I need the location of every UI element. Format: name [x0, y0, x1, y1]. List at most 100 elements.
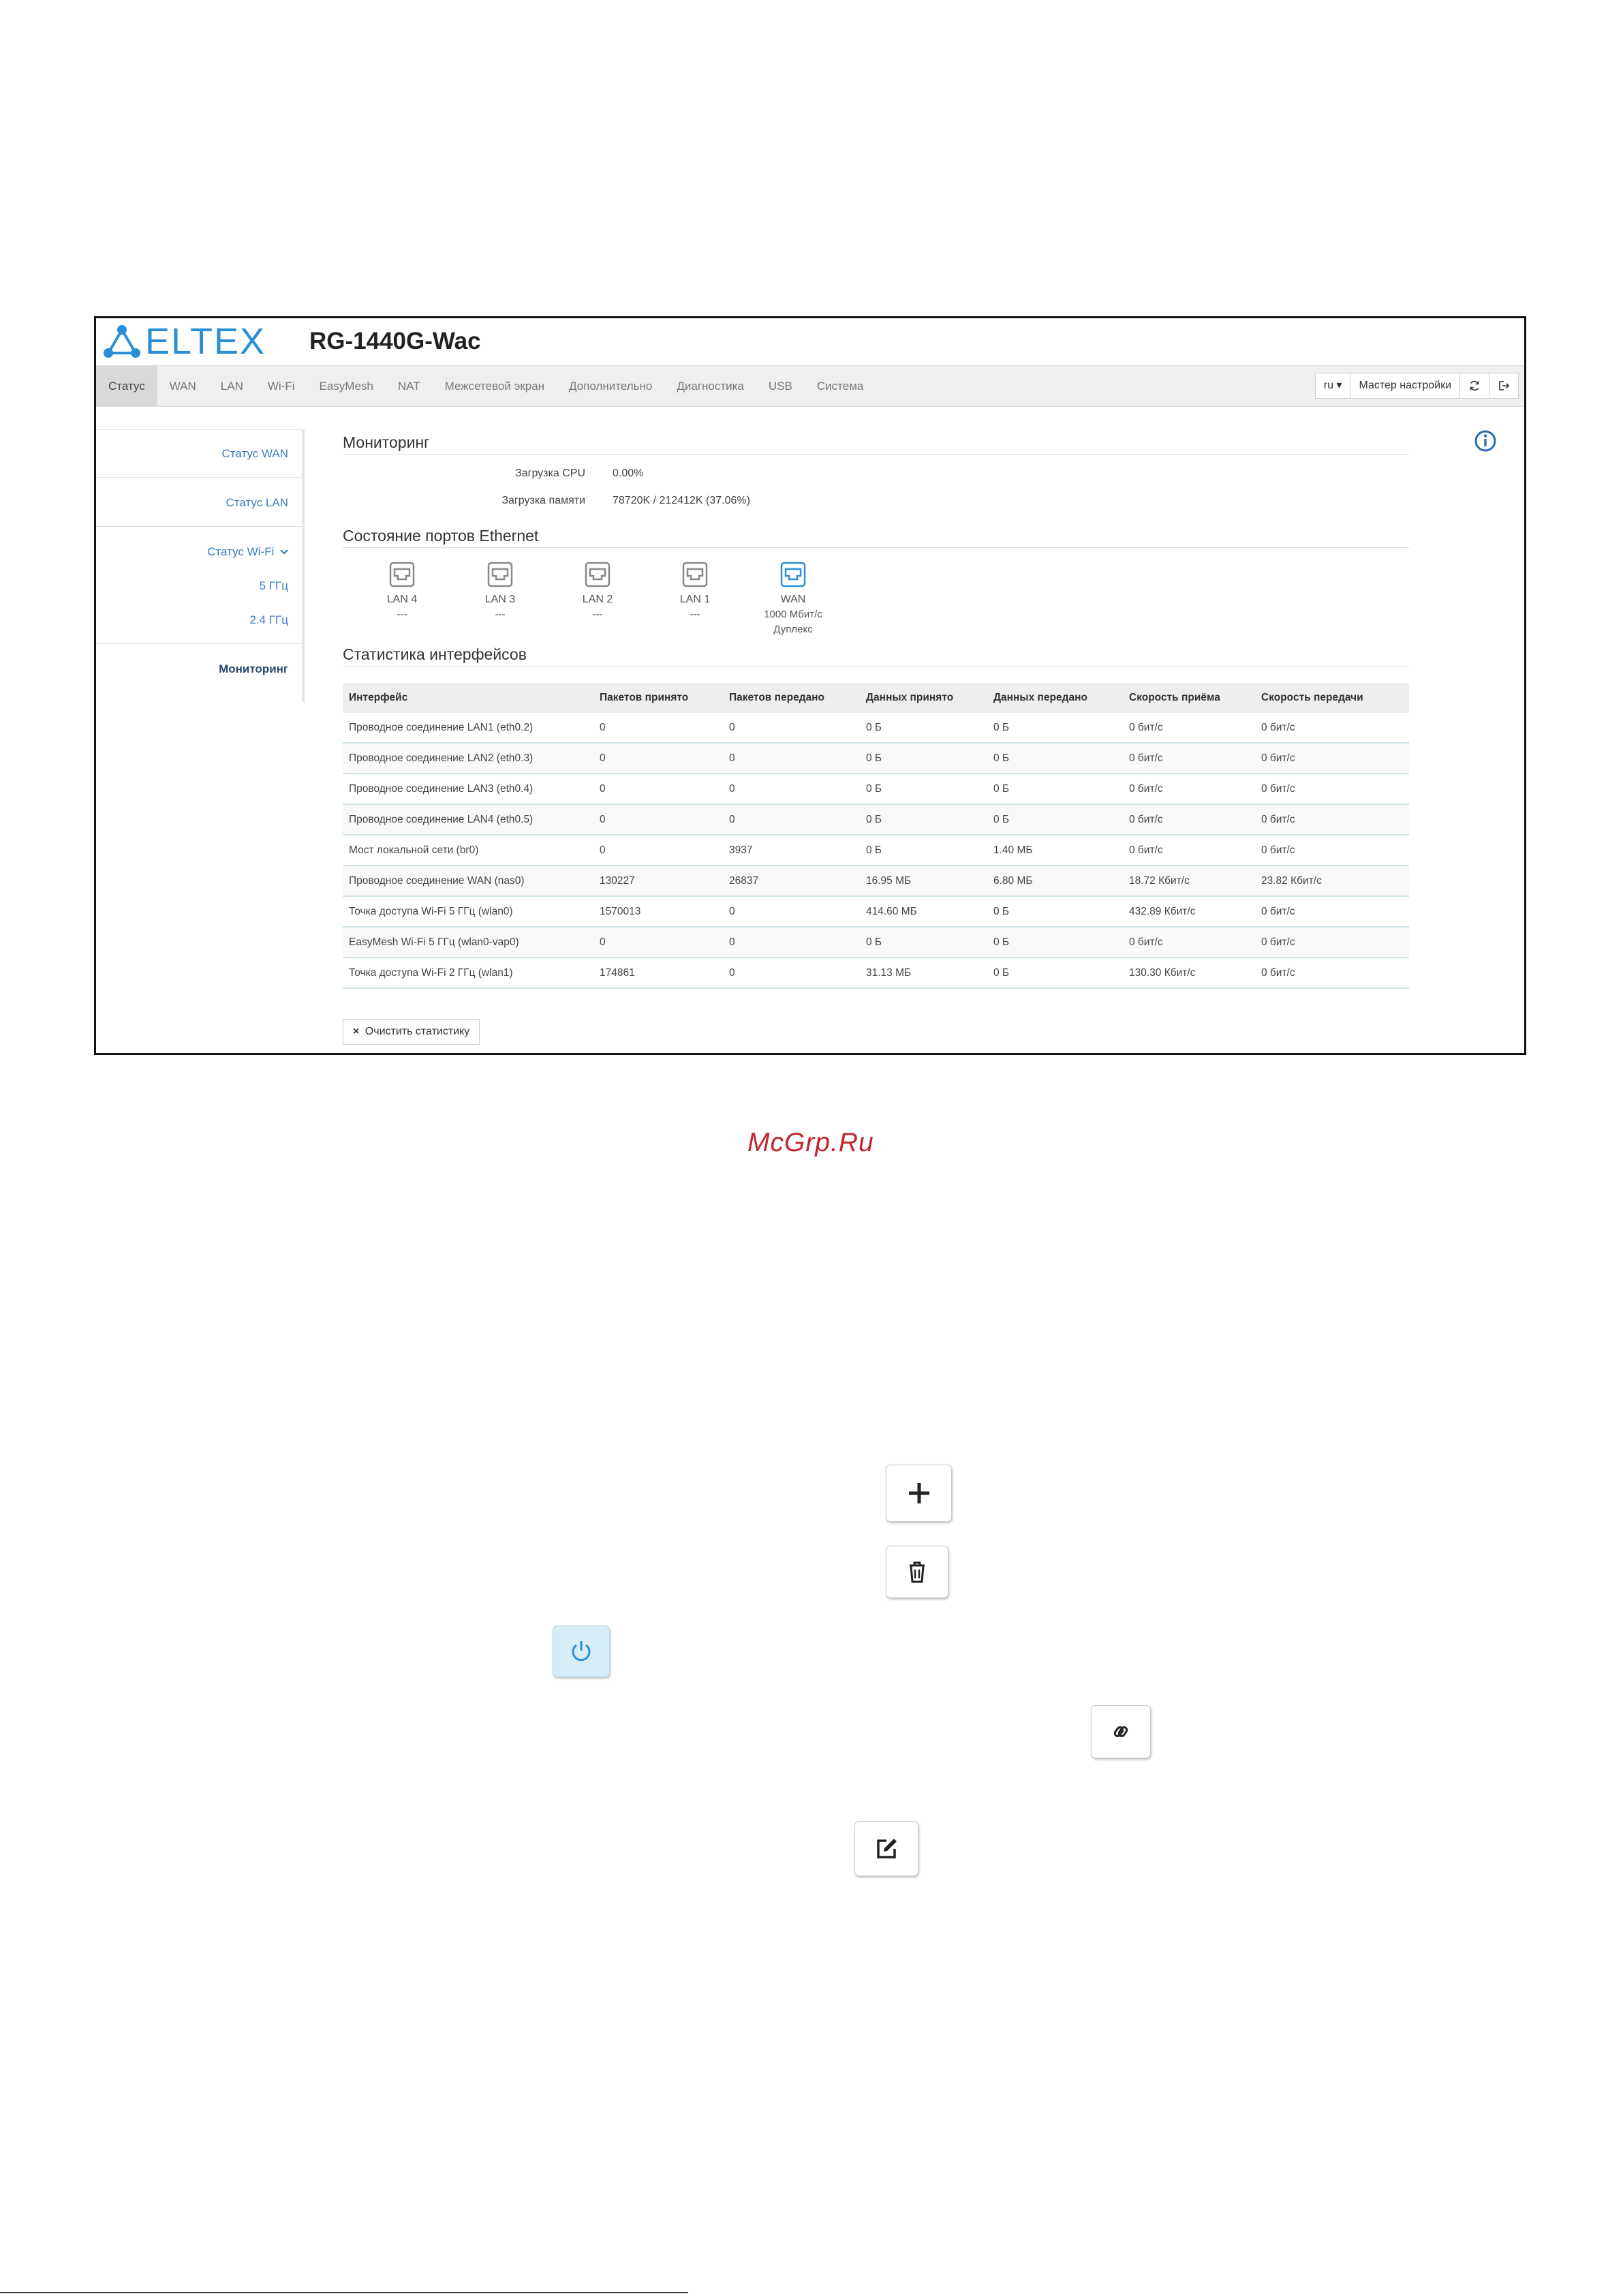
nav-tab-advanced[interactable]: Дополнительно [557, 366, 664, 406]
table-row: Проводное соединение LAN1 (eth0.2) 0 0 0 Б0… [343, 713, 1409, 744]
stat-cell: 6.80 МБ [987, 866, 1123, 897]
stat-cell: 26837 [723, 866, 860, 897]
nav-tab-firewall[interactable]: Межсетевой экран [433, 366, 557, 406]
ethernet-port-icon [585, 562, 610, 587]
sidebar-item-monitoring[interactable]: Мониторинг [219, 662, 288, 676]
main-navbar: Статус WAN LAN Wi-Fi EasyMesh NAT Межсет… [96, 365, 1524, 407]
stat-cell: 0 Б [987, 713, 1123, 744]
nav-tab-wan[interactable]: WAN [157, 366, 208, 406]
info-icon[interactable] [1474, 429, 1497, 453]
stat-cell: 0 Б [860, 835, 987, 866]
section-divider [343, 666, 1409, 667]
sidebar-item-wifi-5ghz[interactable]: 5 ГГц [260, 579, 288, 593]
ethernet-port-active-icon [780, 562, 806, 587]
table-row: Точка доступа Wi-Fi 2 ГГц (wlan1) 174861 0… [343, 958, 1409, 989]
stat-cell: 0 бит/с [1255, 774, 1409, 805]
port-lan3: LAN 3 --- [463, 562, 538, 622]
port-speed: 1000 Мбит/с [764, 609, 822, 620]
sidebar-item-wan-status[interactable]: Статус WAN [222, 447, 289, 461]
setup-wizard-button[interactable]: Мастер настройки [1350, 373, 1460, 399]
column-header: Пакетов принято [593, 683, 723, 713]
stat-cell: 0 бит/с [1123, 927, 1255, 958]
language-select[interactable]: ru ▾ [1314, 373, 1351, 399]
stat-cell: 0 [593, 713, 723, 744]
interface-name-cell: Проводное соединение LAN1 (eth0.2) [343, 713, 593, 744]
chevron-down-icon [280, 549, 288, 555]
column-header: Данных передано [987, 683, 1123, 713]
stat-cell: 0 Б [860, 804, 987, 836]
link-button[interactable] [1091, 1705, 1151, 1758]
stat-cell: 0 Б [860, 774, 987, 805]
interface-name-cell: Мост локальной сети (br0) [343, 835, 593, 866]
cpu-load-value: 0.00% [613, 468, 644, 479]
stat-cell: 0 [723, 896, 860, 928]
stat-cell: 0 бит/с [1255, 743, 1409, 774]
ethernet-port-icon [682, 562, 708, 587]
nav-tabs: Статус WAN LAN Wi-Fi EasyMesh NAT Межсет… [96, 366, 876, 406]
eltex-logo: ELTEX [102, 322, 266, 361]
stat-cell: 0 бит/с [1123, 743, 1255, 774]
sidebar-item-lan-status[interactable]: Статус LAN [226, 496, 288, 510]
table-row: Мост локальной сети (br0) 0 3937 0 Б 1.40 МБ… [343, 835, 1409, 866]
cpu-load-label: Загрузка CPU [515, 468, 585, 479]
nav-tab-diagnostics[interactable]: Диагностика [664, 366, 756, 406]
stat-cell: 0 бит/с [1255, 804, 1409, 836]
stat-cell: 130227 [593, 866, 723, 897]
interface-stats-title: Статистика интерфейсов [343, 645, 527, 663]
power-button[interactable] [553, 1625, 610, 1677]
port-status: --- [397, 609, 407, 620]
stat-cell: 0 бит/с [1123, 713, 1255, 744]
add-button[interactable] [886, 1465, 952, 1522]
edit-button[interactable] [854, 1821, 918, 1876]
ethernet-port-icon [487, 562, 513, 587]
port-name: WAN [780, 594, 806, 605]
stat-cell: 0 [593, 835, 723, 866]
stat-cell: 0 [593, 774, 723, 805]
nav-tab-status[interactable]: Статус [96, 366, 157, 406]
stat-cell: 0 [593, 804, 723, 836]
table-row: EasyMesh Wi-Fi 5 ГГц (wlan0-vap0) 0 0 0 Б0 … [343, 927, 1409, 958]
trash-icon [910, 1561, 925, 1582]
clear-stats-button[interactable]: × Очистить статистику [343, 1019, 480, 1045]
logout-icon [1499, 381, 1510, 391]
column-header: Скорость приёма [1123, 683, 1255, 713]
nav-tab-lan[interactable]: LAN [208, 366, 256, 406]
stat-cell: 0 [723, 804, 860, 836]
sidebar-item-wifi-status[interactable]: Статус Wi-Fi [207, 545, 288, 559]
status-sidebar: Статус WAN Статус LAN Статус Wi-Fi 5 ГГц… [96, 429, 305, 702]
port-name: LAN 3 [484, 594, 516, 605]
table-body: Проводное соединение LAN1 (eth0.2) 0 0 0 Б0… [343, 713, 1409, 989]
stat-cell: 1.40 МБ [987, 835, 1123, 866]
port-lan2: LAN 2 --- [560, 562, 635, 622]
stat-cell: 130.30 Кбит/с [1123, 958, 1255, 989]
nav-tab-system[interactable]: Система [805, 366, 876, 406]
sidebar-item-wifi-24ghz[interactable]: 2.4 ГГц [249, 613, 288, 627]
interface-name-cell: Точка доступа Wi-Fi 2 ГГц (wlan1) [343, 958, 593, 989]
delete-button[interactable] [886, 1546, 948, 1598]
nav-tab-easymesh[interactable]: EasyMesh [307, 366, 386, 406]
monitoring-title: Мониторинг [343, 433, 430, 451]
port-lan4: LAN 4 --- [365, 562, 439, 622]
table-row: Проводное соединение WAN (nas0) 130227 268… [343, 866, 1409, 897]
stat-cell: 0 бит/с [1255, 927, 1409, 958]
nav-tab-wifi[interactable]: Wi-Fi [256, 366, 307, 406]
stat-cell: 0 [723, 958, 860, 989]
stat-cell: 0 бит/с [1123, 774, 1255, 805]
refresh-button[interactable] [1459, 373, 1489, 399]
stat-cell: 0 [593, 743, 723, 774]
ethernet-port-icon [389, 562, 415, 587]
logout-button[interactable] [1489, 373, 1519, 399]
sidebar-divider [96, 526, 302, 527]
nav-tab-usb[interactable]: USB [756, 366, 805, 406]
port-status: --- [592, 609, 603, 620]
nav-tab-nat[interactable]: NAT [386, 366, 433, 406]
port-status: --- [690, 609, 700, 620]
port-status: --- [495, 609, 506, 620]
port-lan1: LAN 1 --- [658, 562, 732, 622]
stat-cell: 0 Б [987, 896, 1123, 928]
eltex-logo-icon [104, 325, 140, 358]
stat-cell: 23.82 Кбит/с [1255, 866, 1409, 897]
section-divider [343, 454, 1409, 455]
stat-cell: 31.13 МБ [860, 958, 987, 989]
stat-cell: 0 бит/с [1255, 713, 1409, 744]
